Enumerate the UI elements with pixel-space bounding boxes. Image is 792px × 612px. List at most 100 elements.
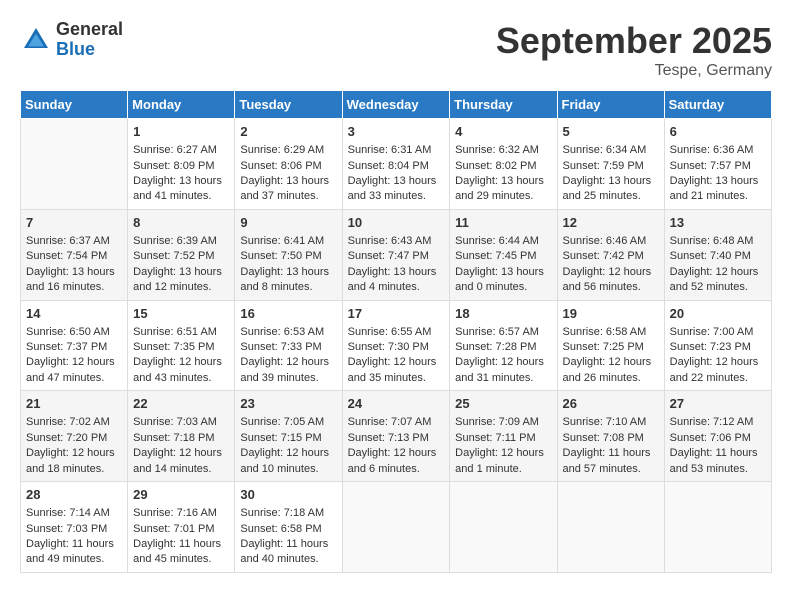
day-number: 27 xyxy=(670,395,766,413)
day-info: Sunrise: 6:55 AM Sunset: 7:30 PM Dayligh… xyxy=(348,326,437,384)
header-friday: Friday xyxy=(557,91,664,119)
day-info: Sunrise: 6:39 AM Sunset: 7:52 PM Dayligh… xyxy=(133,235,222,293)
day-number: 8 xyxy=(133,214,229,232)
location: Tespe, Germany xyxy=(496,62,772,80)
logo-general: General xyxy=(56,20,123,40)
day-info: Sunrise: 7:05 AM Sunset: 7:15 PM Dayligh… xyxy=(240,416,329,474)
calendar-cell xyxy=(664,482,771,573)
day-number: 21 xyxy=(26,395,122,413)
day-info: Sunrise: 6:57 AM Sunset: 7:28 PM Dayligh… xyxy=(455,326,544,384)
calendar-cell xyxy=(450,482,557,573)
day-info: Sunrise: 7:12 AM Sunset: 7:06 PM Dayligh… xyxy=(670,416,758,474)
logo-text: General Blue xyxy=(56,20,123,60)
calendar-cell: 4Sunrise: 6:32 AM Sunset: 8:02 PM Daylig… xyxy=(450,119,557,210)
calendar-cell: 13 Sunrise: 6:48 AM Sunset: 7:40 PM Dayli… xyxy=(664,209,771,300)
calendar-cell xyxy=(342,482,450,573)
day-info: Sunrise: 6:29 AM Sunset: 8:06 PM Dayligh… xyxy=(240,144,329,202)
day-info: Sunrise: 7:10 AM Sunset: 7:08 PM Dayligh… xyxy=(563,416,651,474)
day-info: Sunrise: 6:36 AM Sunset: 7:57 PM Dayligh… xyxy=(670,144,759,202)
day-info: Sunrise: 7:00 AM Sunset: 7:23 PM Dayligh… xyxy=(670,326,759,384)
day-number: 1 xyxy=(133,123,229,141)
calendar-cell: 5 Sunrise: 6:34 AM Sunset: 7:59 PM Daylig… xyxy=(557,119,664,210)
title-block: September 2025 Tespe, Germany xyxy=(496,20,772,80)
day-info: Sunrise: 6:48 AM Sunset: 7:40 PM Dayligh… xyxy=(670,235,759,293)
logo-blue: Blue xyxy=(56,40,123,60)
day-number: 7 xyxy=(26,214,122,232)
day-info: Sunrise: 7:07 AM Sunset: 7:13 PM Dayligh… xyxy=(348,416,437,474)
day-number: 3 xyxy=(348,123,445,141)
day-number: 6 xyxy=(670,123,766,141)
day-number: 5 xyxy=(563,123,659,141)
calendar-cell: 25 Sunrise: 7:09 AM Sunset: 7:11 PM Dayli… xyxy=(450,391,557,482)
day-info: Sunrise: 6:27 AM Sunset: 8:09 PM Dayligh… xyxy=(133,144,222,202)
month-title: September 2025 xyxy=(496,20,772,62)
calendar-cell: 17 Sunrise: 6:55 AM Sunset: 7:30 PM Dayli… xyxy=(342,300,450,391)
logo: General Blue xyxy=(20,20,123,60)
day-info: Sunrise: 7:09 AM Sunset: 7:11 PM Dayligh… xyxy=(455,416,544,474)
calendar-cell: 27 Sunrise: 7:12 AM Sunset: 7:06 PM Dayli… xyxy=(664,391,771,482)
calendar-cell: 30 Sunrise: 7:18 AM Sunset: 6:58 PM Dayli… xyxy=(235,482,342,573)
calendar-cell: 15 Sunrise: 6:51 AM Sunset: 7:35 PM Dayli… xyxy=(128,300,235,391)
day-number: 16 xyxy=(240,305,336,323)
day-number: 11 xyxy=(455,214,551,232)
calendar-cell: 10 Sunrise: 6:43 AM Sunset: 7:47 PM Dayli… xyxy=(342,209,450,300)
day-number: 28 xyxy=(26,486,122,504)
day-number: 13 xyxy=(670,214,766,232)
day-number: 25 xyxy=(455,395,551,413)
calendar-cell: 12Sunrise: 6:46 AM Sunset: 7:42 PM Dayli… xyxy=(557,209,664,300)
day-info: Sunrise: 7:16 AM Sunset: 7:01 PM Dayligh… xyxy=(133,507,221,565)
calendar-cell: 7 Sunrise: 6:37 AM Sunset: 7:54 PM Daylig… xyxy=(21,209,128,300)
day-number: 10 xyxy=(348,214,445,232)
header-sunday: Sunday xyxy=(21,91,128,119)
day-info: Sunrise: 6:37 AM Sunset: 7:54 PM Dayligh… xyxy=(26,235,115,293)
calendar-cell: 2 Sunrise: 6:29 AM Sunset: 8:06 PM Daylig… xyxy=(235,119,342,210)
day-info: Sunrise: 6:43 AM Sunset: 7:47 PM Dayligh… xyxy=(348,235,437,293)
day-info: Sunrise: 6:53 AM Sunset: 7:33 PM Dayligh… xyxy=(240,326,329,384)
day-info: Sunrise: 6:31 AM Sunset: 8:04 PM Dayligh… xyxy=(348,144,437,202)
day-info: Sunrise: 6:41 AM Sunset: 7:50 PM Dayligh… xyxy=(240,235,329,293)
day-number: 2 xyxy=(240,123,336,141)
calendar-table: SundayMondayTuesdayWednesdayThursdayFrid… xyxy=(20,90,772,573)
day-info: Sunrise: 7:18 AM Sunset: 6:58 PM Dayligh… xyxy=(240,507,328,565)
week-row-1: 1 Sunrise: 6:27 AM Sunset: 8:09 PM Daylig… xyxy=(21,119,772,210)
week-row-5: 28Sunrise: 7:14 AM Sunset: 7:03 PM Dayli… xyxy=(21,482,772,573)
day-number: 19 xyxy=(563,305,659,323)
day-number: 12 xyxy=(563,214,659,232)
day-number: 24 xyxy=(348,395,445,413)
week-row-2: 7 Sunrise: 6:37 AM Sunset: 7:54 PM Daylig… xyxy=(21,209,772,300)
day-number: 17 xyxy=(348,305,445,323)
calendar-cell: 6 Sunrise: 6:36 AM Sunset: 7:57 PM Daylig… xyxy=(664,119,771,210)
header-thursday: Thursday xyxy=(450,91,557,119)
day-number: 23 xyxy=(240,395,336,413)
header-saturday: Saturday xyxy=(664,91,771,119)
day-number: 26 xyxy=(563,395,659,413)
calendar-cell: 29Sunrise: 7:16 AM Sunset: 7:01 PM Dayli… xyxy=(128,482,235,573)
calendar-cell: 3 Sunrise: 6:31 AM Sunset: 8:04 PM Daylig… xyxy=(342,119,450,210)
header-tuesday: Tuesday xyxy=(235,91,342,119)
day-number: 9 xyxy=(240,214,336,232)
day-number: 15 xyxy=(133,305,229,323)
day-info: Sunrise: 6:50 AM Sunset: 7:37 PM Dayligh… xyxy=(26,326,115,384)
day-number: 30 xyxy=(240,486,336,504)
day-info: Sunrise: 6:44 AM Sunset: 7:45 PM Dayligh… xyxy=(455,235,544,293)
week-row-3: 14 Sunrise: 6:50 AM Sunset: 7:37 PM Dayli… xyxy=(21,300,772,391)
day-info: Sunrise: 6:51 AM Sunset: 7:35 PM Dayligh… xyxy=(133,326,222,384)
calendar-cell: 19 Sunrise: 6:58 AM Sunset: 7:25 PM Dayli… xyxy=(557,300,664,391)
calendar-cell: 1 Sunrise: 6:27 AM Sunset: 8:09 PM Daylig… xyxy=(128,119,235,210)
header-wednesday: Wednesday xyxy=(342,91,450,119)
day-number: 4 xyxy=(455,123,551,141)
header-monday: Monday xyxy=(128,91,235,119)
day-number: 22 xyxy=(133,395,229,413)
calendar-cell: 8 Sunrise: 6:39 AM Sunset: 7:52 PM Daylig… xyxy=(128,209,235,300)
day-number: 14 xyxy=(26,305,122,323)
day-number: 20 xyxy=(670,305,766,323)
calendar-cell: 24 Sunrise: 7:07 AM Sunset: 7:13 PM Dayli… xyxy=(342,391,450,482)
calendar-cell: 23 Sunrise: 7:05 AM Sunset: 7:15 PM Dayli… xyxy=(235,391,342,482)
calendar-cell: 22Sunrise: 7:03 AM Sunset: 7:18 PM Dayli… xyxy=(128,391,235,482)
day-info: Sunrise: 6:58 AM Sunset: 7:25 PM Dayligh… xyxy=(563,326,652,384)
calendar-cell: 28Sunrise: 7:14 AM Sunset: 7:03 PM Dayli… xyxy=(21,482,128,573)
week-row-4: 21Sunrise: 7:02 AM Sunset: 7:20 PM Dayli… xyxy=(21,391,772,482)
day-info: Sunrise: 6:34 AM Sunset: 7:59 PM Dayligh… xyxy=(563,144,652,202)
logo-icon xyxy=(20,24,52,56)
calendar-cell: 16 Sunrise: 6:53 AM Sunset: 7:33 PM Dayli… xyxy=(235,300,342,391)
